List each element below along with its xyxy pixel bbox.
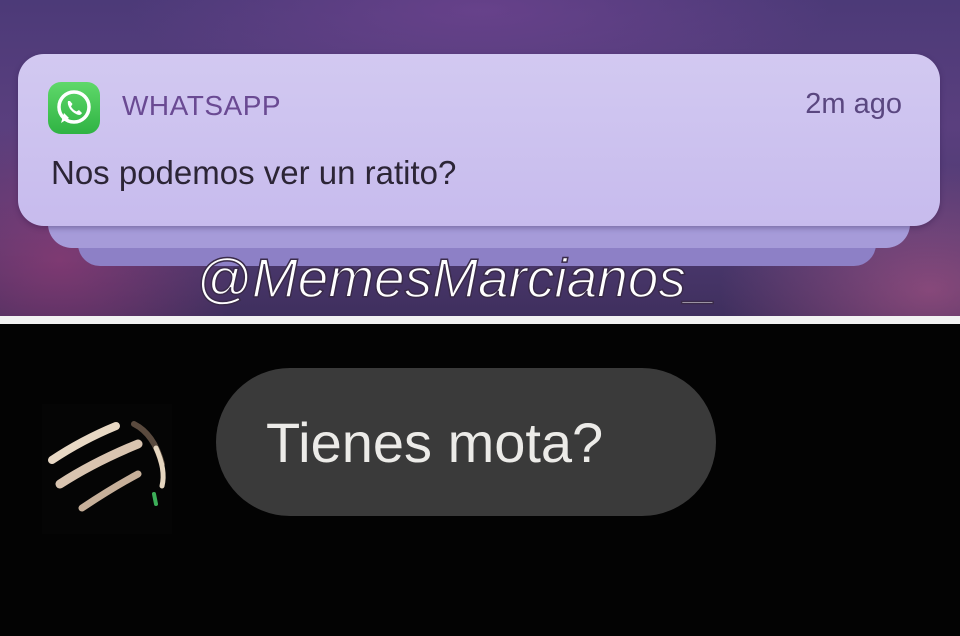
panel-divider	[0, 316, 960, 324]
avatar-image[interactable]	[42, 404, 172, 534]
lock-screen-panel: WHATSAPP 2m ago Nos podemos ver un ratit…	[0, 0, 960, 316]
notification-timestamp: 2m ago	[805, 88, 902, 120]
chat-message-text: Tienes mota?	[266, 411, 604, 474]
notification-app-name: WHATSAPP	[122, 90, 282, 121]
chat-message-bubble[interactable]: Tienes mota?	[216, 368, 716, 516]
whatsapp-notification[interactable]: WHATSAPP 2m ago Nos podemos ver un ratit…	[18, 54, 940, 226]
chat-panel: Tienes mota?	[0, 324, 960, 636]
notification-message: Nos podemos ver un ratito?	[51, 154, 457, 191]
watermark-handle: @MemesMarcianos_	[195, 246, 717, 310]
whatsapp-icon	[48, 82, 100, 134]
meme-screenshot: WHATSAPP 2m ago Nos podemos ver un ratit…	[0, 0, 960, 636]
